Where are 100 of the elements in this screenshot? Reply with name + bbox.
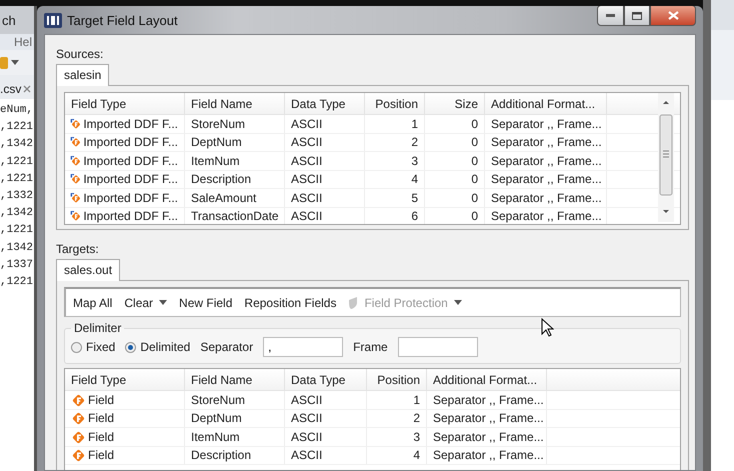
table-cell: Separator ,, Frame... (485, 170, 607, 188)
table-cell: StoreNum (185, 115, 285, 132)
column-header[interactable]: Field Type (65, 369, 185, 390)
close-button[interactable] (650, 6, 696, 26)
maximize-icon (632, 12, 642, 20)
column-header[interactable]: Size (425, 93, 485, 114)
table-cell: ASCII (285, 134, 365, 151)
code-line: ,1332 (0, 189, 34, 204)
toolbar-button[interactable]: Reposition Fields (239, 294, 342, 312)
table-cell: 1 (367, 391, 427, 408)
table-cell: Description (185, 446, 285, 464)
minimize-icon (606, 14, 615, 17)
caret-icon (11, 60, 19, 65)
code-line: eNum, (0, 103, 34, 118)
field-label: Separator (200, 340, 254, 354)
frame-field[interactable] (398, 337, 478, 357)
table-cell: Field (88, 411, 114, 426)
caret-icon (159, 300, 168, 305)
table-cell: Imported DDF F... (83, 116, 178, 131)
column-header[interactable]: Field Name (185, 93, 285, 114)
table-cell: Separator ,, Frame... (485, 208, 607, 224)
column-header[interactable]: Data Type (285, 93, 365, 114)
table-cell: Separator ,, Frame... (427, 446, 547, 464)
table-cell: Imported DDF F... (83, 172, 178, 186)
table-cell: ASCII (285, 115, 365, 132)
menu-item[interactable]: Hel (14, 35, 32, 49)
table-cell: DeptNum (185, 134, 285, 151)
table-cell: 0 (425, 134, 485, 151)
column-header[interactable]: Additional Format... (427, 369, 547, 390)
table-cell: 3 (367, 428, 427, 446)
radio-button[interactable]: Fixed (71, 340, 116, 354)
code-line: ,1342 (0, 240, 34, 256)
table-cell: 4 (365, 170, 425, 188)
table-cell: ItemNum (185, 428, 285, 446)
column-header[interactable]: Field Type (65, 93, 185, 114)
group-label: Delimiter (73, 321, 122, 335)
table-cell: 0 (425, 208, 485, 224)
table-cell: ASCII (285, 152, 365, 170)
table-cell: Separator ,, Frame... (427, 428, 547, 446)
column-header[interactable]: Field Name (185, 369, 285, 390)
toolbar-button[interactable]: Clear (119, 294, 172, 312)
toolbar-button[interactable]: Map All (68, 294, 118, 312)
column-header[interactable]: Position (365, 93, 425, 114)
table-cell: ASCII (285, 208, 365, 224)
code-line: ,1221 (0, 120, 34, 136)
table-cell: Separator ,, Frame... (485, 152, 607, 170)
toolbar-button[interactable]: New Field (174, 294, 238, 312)
table-cell: TransactionDate (185, 208, 285, 224)
section-label: Sources: (55, 46, 104, 61)
table-cell: ASCII (285, 170, 365, 188)
window-title: ch (2, 12, 16, 28)
section-label: Targets: (55, 241, 100, 256)
column-header[interactable]: Position (367, 369, 427, 390)
table-cell: ASCII (285, 391, 367, 408)
table-cell: 2 (365, 134, 425, 151)
table-cell: Field (88, 430, 114, 444)
table-cell: ASCII (285, 446, 367, 464)
close-icon[interactable] (23, 85, 32, 93)
table-cell: Imported DDF F... (83, 209, 178, 224)
table-cell: Separator ,, Frame... (427, 391, 547, 408)
table-cell: ASCII (285, 410, 367, 427)
caret-icon (454, 300, 462, 305)
table-cell: 0 (425, 152, 485, 170)
table-cell: 0 (425, 170, 485, 188)
tab[interactable]: salesin (56, 64, 110, 86)
code-line: ,1221 (0, 275, 34, 290)
file-tab[interactable]: .csv (0, 82, 22, 96)
column-header[interactable]: Additional Format... (485, 93, 607, 114)
table-cell: StoreNum (185, 391, 285, 408)
table-cell: 5 (365, 189, 425, 206)
table-cell: DeptNum (185, 410, 285, 427)
table-cell: ASCII (285, 428, 367, 446)
column-header[interactable]: Data Type (285, 369, 367, 390)
table-cell: 6 (365, 208, 425, 224)
table-cell: Separator ,, Frame... (485, 115, 607, 132)
field-label: Frame (353, 340, 388, 354)
table-cell: 1 (365, 115, 425, 132)
table-cell: Imported DDF F... (83, 135, 178, 150)
table-cell: 0 (425, 115, 485, 132)
table-cell: Field (88, 392, 114, 407)
close-icon (668, 11, 678, 20)
table-cell: ASCII (285, 189, 365, 206)
minimize-button[interactable] (597, 6, 624, 26)
code-line: ,1342 (0, 206, 34, 222)
radio-button[interactable]: Delimited (125, 340, 190, 354)
table-cell: 0 (425, 189, 485, 206)
code-line: ,1221 (0, 172, 34, 187)
code-line: ,1221 (0, 223, 34, 238)
table-cell: 2 (367, 410, 427, 427)
code-line: ,1221 (0, 154, 34, 170)
table-cell: ItemNum (185, 152, 285, 170)
shield-icon (348, 296, 358, 308)
table-cell: 4 (367, 446, 427, 464)
maximize-button[interactable] (624, 6, 650, 26)
window-title: Target Field Layout (67, 12, 178, 28)
table-cell: Separator ,, Frame... (485, 189, 607, 206)
separator-field[interactable]: , (263, 337, 344, 357)
tab[interactable]: sales.out (56, 259, 120, 281)
code-line: ,1337 (0, 258, 34, 273)
table-cell: Field (88, 448, 114, 462)
